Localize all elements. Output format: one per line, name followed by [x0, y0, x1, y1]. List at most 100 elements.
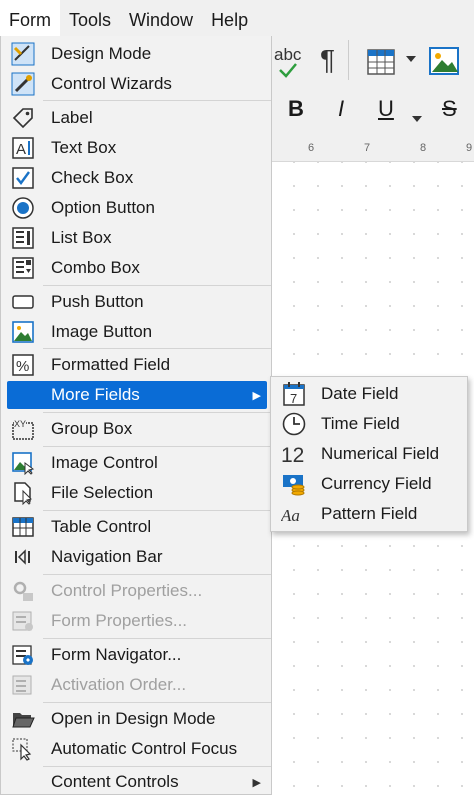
menu-form-properties[interactable]: Form Properties... — [7, 607, 267, 635]
menu-image-button[interactable]: Image Button — [7, 318, 267, 346]
submenu-currency-field[interactable]: Currency Field — [275, 470, 463, 498]
pattern-icon-text: Aa — [281, 506, 300, 525]
formatting-marks-button[interactable]: ¶ — [320, 46, 335, 74]
form-navigator-icon — [11, 643, 35, 667]
menu-check-box[interactable]: Check Box — [7, 164, 267, 192]
image-icon — [429, 47, 459, 75]
menu-design-mode[interactable]: Design Mode — [7, 40, 267, 68]
combo-box-icon — [11, 256, 35, 280]
menu-list-box[interactable]: List Box — [7, 224, 267, 252]
menu-separator — [43, 638, 271, 639]
menu-check-box-label: Check Box — [51, 168, 134, 187]
menu-more-fields[interactable]: More Fields ▶ — [7, 381, 267, 409]
menu-activation-order[interactable]: Activation Order... — [7, 671, 267, 699]
spelling-button[interactable]: abc — [274, 46, 301, 78]
menu-separator — [43, 446, 271, 447]
menu-control-wizards-label: Control Wizards — [51, 74, 172, 93]
menu-automatic-control-focus[interactable]: Automatic Control Focus — [7, 735, 267, 763]
group-box-icon: XY — [11, 417, 35, 441]
design-mode-icon — [11, 42, 35, 66]
menu-group-box-label: Group Box — [51, 419, 133, 438]
submenu-date-field[interactable]: 7 Date Field — [275, 380, 463, 408]
submenu-currency-field-label: Currency Field — [321, 474, 432, 493]
checkbox-icon — [11, 166, 35, 190]
menu-push-button-label: Push Button — [51, 292, 144, 311]
strikethrough-button[interactable]: S — [442, 98, 457, 120]
menu-combo-box[interactable]: Combo Box — [7, 254, 267, 282]
menu-table-control[interactable]: Table Control — [7, 513, 267, 541]
check-mark-icon — [279, 63, 297, 78]
menu-label[interactable]: Label — [7, 104, 267, 132]
menubar-help-label: Help — [211, 10, 249, 30]
submenu-pattern-field[interactable]: Aa Pattern Field — [275, 500, 463, 528]
menu-control-wizards[interactable]: Control Wizards — [7, 70, 267, 98]
menu-navigation-bar[interactable]: Navigation Bar — [7, 543, 267, 571]
svg-text:%: % — [16, 358, 29, 375]
italic-label: I — [338, 96, 345, 121]
clock-icon — [281, 411, 307, 437]
underline-dropdown-arrow[interactable] — [412, 106, 422, 128]
form-menu: Design Mode Control Wizards Label A Text… — [0, 36, 272, 795]
menu-content-controls-label: Content Controls — [51, 772, 179, 791]
menubar-help[interactable]: Help — [202, 0, 257, 38]
menu-separator — [43, 100, 271, 101]
menu-form-navigator[interactable]: Form Navigator... — [7, 641, 267, 669]
insert-image-button[interactable] — [428, 46, 460, 80]
ruler-tick-7: 7 — [364, 142, 371, 154]
menu-separator — [43, 348, 271, 349]
table-dropdown-arrow[interactable] — [406, 54, 416, 66]
menu-text-box-label: Text Box — [51, 138, 117, 157]
ruler-tick-9: 9 — [466, 142, 473, 154]
bold-button[interactable]: B — [288, 98, 304, 120]
more-fields-submenu: 7 Date Field Time Field 12 Numerical Fie… — [270, 376, 468, 532]
menu-separator — [43, 574, 271, 575]
menu-separator — [43, 510, 271, 511]
menu-option-button-label: Option Button — [51, 198, 155, 217]
underline-label: U — [378, 96, 394, 121]
currency-icon — [281, 471, 307, 497]
underline-button[interactable]: U — [378, 98, 394, 120]
folder-open-icon — [11, 707, 35, 731]
chevron-right-icon: ▶ — [252, 776, 261, 789]
menu-label-label: Label — [51, 108, 93, 127]
chevron-down-icon — [412, 116, 422, 122]
insert-table-button[interactable] — [366, 48, 396, 80]
menu-separator — [43, 285, 271, 286]
chevron-down-icon — [406, 56, 416, 62]
menu-image-control-label: Image Control — [51, 453, 158, 472]
menu-image-control[interactable]: Image Control — [7, 449, 267, 477]
menu-list-box-label: List Box — [51, 228, 112, 247]
ruler: 6 7 8 9 — [270, 134, 474, 162]
toolbar-divider — [348, 40, 349, 80]
menu-text-box[interactable]: A Text Box — [7, 134, 267, 162]
menu-option-button[interactable]: Option Button — [7, 194, 267, 222]
control-properties-icon — [11, 579, 35, 603]
submenu-numerical-field[interactable]: 12 Numerical Field — [275, 440, 463, 468]
menu-control-properties[interactable]: Control Properties... — [7, 577, 267, 605]
menu-content-controls[interactable]: Content Controls ▶ — [7, 768, 267, 795]
menu-separator — [43, 412, 271, 413]
menu-file-selection[interactable]: File Selection — [7, 479, 267, 507]
menu-push-button[interactable]: Push Button — [7, 288, 267, 316]
text-box-icon: A — [11, 136, 35, 160]
svg-text:A: A — [16, 141, 26, 158]
tag-icon — [11, 106, 35, 130]
wand-icon — [11, 72, 35, 96]
ruler-tick-8: 8 — [420, 142, 427, 154]
menu-open-in-design-mode[interactable]: Open in Design Mode — [7, 705, 267, 733]
image-control-icon — [11, 451, 35, 475]
menu-group-box[interactable]: XY Group Box — [7, 415, 267, 443]
numerical-icon: 12 — [281, 441, 307, 467]
form-properties-icon — [11, 609, 35, 633]
menubar-window-label: Window — [129, 10, 194, 30]
menu-formatted-field[interactable]: % Formatted Field — [7, 351, 267, 379]
italic-button[interactable]: I — [338, 98, 344, 120]
submenu-time-field[interactable]: Time Field — [275, 410, 463, 438]
submenu-time-field-label: Time Field — [321, 414, 400, 433]
pattern-icon: Aa — [281, 501, 307, 527]
submenu-date-field-label: Date Field — [321, 384, 399, 403]
menubar-form[interactable]: Form — [0, 0, 60, 38]
menu-design-mode-label: Design Mode — [51, 44, 152, 63]
menubar-tools[interactable]: Tools — [60, 0, 120, 38]
menubar-window[interactable]: Window — [120, 0, 202, 38]
